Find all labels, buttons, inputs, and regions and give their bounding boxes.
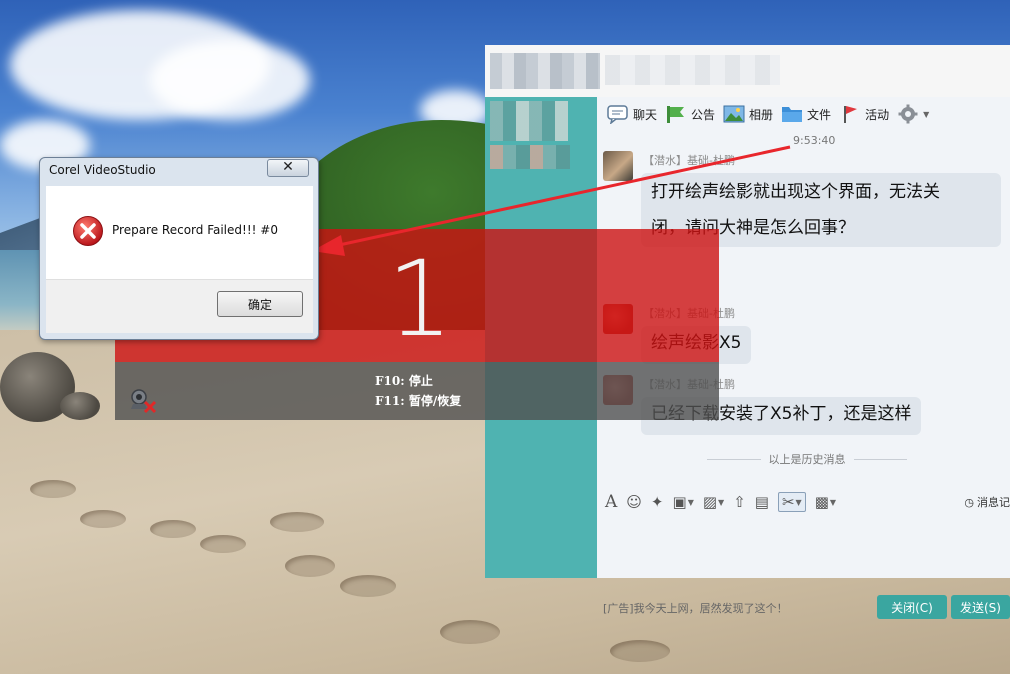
- wallpaper-footprint: [200, 535, 246, 553]
- font-icon[interactable]: A: [605, 492, 617, 512]
- activity-flag-icon: [839, 104, 861, 124]
- mosaic-group-name: [490, 53, 600, 89]
- gif-icon[interactable]: ▣ ▼: [673, 493, 694, 511]
- chevron-down-icon: ▼: [795, 497, 802, 507]
- close-chat-button[interactable]: 关闭(C): [877, 595, 947, 619]
- upload-icon[interactable]: ⇧: [733, 493, 746, 511]
- image-icon[interactable]: ▨ ▼: [703, 493, 724, 511]
- wallpaper-footprint: [30, 480, 76, 498]
- settings-menu[interactable]: ▼: [897, 104, 929, 124]
- wallpaper-footprint: [440, 620, 500, 644]
- photo-album-icon: [723, 104, 745, 124]
- gift-icon[interactable]: ▤: [755, 493, 769, 511]
- avatar[interactable]: [603, 151, 633, 181]
- tab-activity[interactable]: 活动: [839, 104, 889, 124]
- dialog-title: Corel VideoStudio: [49, 163, 156, 177]
- scissors-icon[interactable]: ✂ ▼: [777, 492, 806, 512]
- emoji-icon[interactable]: ☺: [626, 493, 642, 511]
- gear-icon: [897, 104, 919, 124]
- record-hint-stop: F10: 停止: [375, 374, 433, 388]
- history-label: 以上是历史消息: [768, 453, 846, 466]
- record-hint-bar: [115, 362, 719, 420]
- message-input[interactable]: [597, 519, 1010, 589]
- tab-announcement-label: 公告: [691, 107, 716, 122]
- tab-files[interactable]: 文件: [781, 104, 831, 124]
- message-history-button[interactable]: ◷ 消息记: [964, 494, 1010, 510]
- tab-announcement[interactable]: 公告: [665, 104, 715, 124]
- message-timestamp: 9:53:40: [793, 134, 836, 147]
- tab-album[interactable]: 相册: [723, 104, 773, 124]
- magic-wand-icon[interactable]: ✦: [651, 493, 664, 511]
- chevron-down-icon: ▼: [687, 497, 694, 507]
- mosaic-member: [490, 101, 568, 141]
- wallpaper-footprint: [150, 520, 196, 538]
- dialog-body: Prepare Record Failed!!! #0: [46, 186, 313, 279]
- send-button[interactable]: 发送(S): [951, 595, 1010, 619]
- wallpaper-footprint: [610, 640, 670, 662]
- record-hint-pause: F11: 暂停/恢复: [375, 394, 462, 408]
- wallpaper-rock: [60, 392, 100, 420]
- wallpaper-footprint: [285, 555, 335, 577]
- tab-album-label: 相册: [749, 107, 774, 122]
- wallpaper-cloud: [150, 40, 310, 120]
- chevron-down-icon: ▼: [829, 497, 837, 507]
- message-sender: 【潜水】基础-杜鹏: [643, 154, 735, 167]
- input-toolbar: A ☺ ✦ ▣ ▼ ▨ ▼ ⇧ ▤ ✂ ▼ ▩ ▼: [597, 489, 1010, 515]
- chat-title-bar[interactable]: [485, 45, 1010, 97]
- dialog-footer: 确定: [46, 279, 313, 333]
- recorder-camera-icon[interactable]: [128, 388, 158, 414]
- chat-bubble-icon: [607, 104, 629, 125]
- message-history-label: 消息记: [977, 496, 1010, 509]
- ad-link[interactable]: [广告]我今天上网，居然发现了这个！: [603, 600, 788, 616]
- error-dialog: Corel VideoStudio ✕ Prepare Record Faile…: [39, 157, 319, 340]
- close-icon[interactable]: ✕: [267, 159, 309, 177]
- chevron-down-icon: ▼: [718, 497, 725, 507]
- chat-toolbar: 聊天 公告 相册 文件 活动 ▼: [597, 97, 1010, 131]
- folder-icon: [781, 104, 803, 124]
- history-divider: 以上是历史消息: [707, 452, 907, 466]
- tab-files-label: 文件: [807, 107, 832, 122]
- divider-rule: [707, 458, 761, 460]
- screenshot-check-icon[interactable]: ▩ ▼: [815, 493, 836, 511]
- record-countdown: 1: [386, 238, 454, 360]
- clock-icon: ◷: [964, 495, 974, 509]
- mosaic-group-info: [605, 55, 780, 85]
- wallpaper-footprint: [270, 512, 324, 532]
- ok-button[interactable]: 确定: [217, 291, 303, 317]
- tab-chat[interactable]: 聊天: [607, 104, 658, 125]
- message-text-line: 打开绘声绘影就出现这个界面，无法关: [651, 182, 940, 202]
- tab-activity-label: 活动: [865, 107, 890, 122]
- error-x-icon: [72, 215, 104, 247]
- tab-chat-label: 聊天: [633, 107, 658, 122]
- wallpaper-footprint: [80, 510, 126, 528]
- wallpaper-footprint: [340, 575, 396, 597]
- announcement-flag-icon: [665, 104, 687, 124]
- dialog-message: Prepare Record Failed!!! #0: [112, 223, 278, 237]
- mosaic-member: [490, 145, 570, 169]
- divider-rule: [853, 458, 907, 460]
- chevron-down-icon: ▼: [923, 109, 930, 119]
